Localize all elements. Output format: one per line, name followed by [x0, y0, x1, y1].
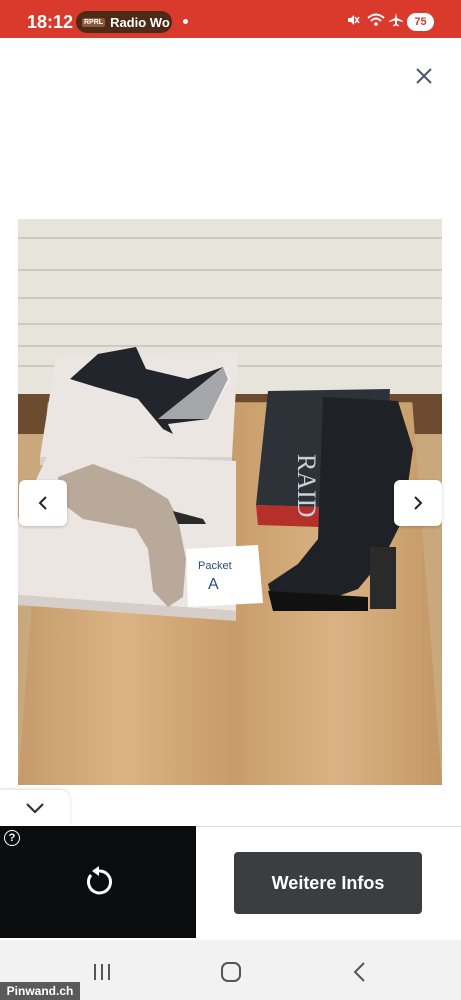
product-illustration: Packet A RAID	[18, 347, 413, 621]
boot-heel	[370, 547, 396, 609]
note-line-2: A	[208, 576, 219, 593]
next-image-button[interactable]	[394, 480, 442, 526]
mute-icon	[348, 15, 360, 25]
recent-apps-icon	[94, 964, 110, 980]
site-watermark: Pinwand.ch	[0, 982, 80, 1000]
close-icon	[416, 68, 432, 84]
radio-notification-pill[interactable]: RPRL Radio Wo	[76, 11, 172, 33]
ad-collapse-tab[interactable]	[0, 790, 70, 826]
chevron-left-icon	[38, 496, 47, 510]
previous-image-button[interactable]	[19, 480, 67, 526]
back-button[interactable]	[347, 960, 371, 984]
box-brand-label: RAID	[292, 454, 321, 518]
back-icon	[353, 962, 365, 982]
airplane-mode-icon	[389, 13, 403, 27]
ad-more-info-button[interactable]: Weitere Infos	[234, 852, 422, 914]
ad-help-icon[interactable]: ?	[4, 830, 20, 846]
chevron-right-icon	[414, 496, 423, 510]
packet-note	[186, 545, 263, 607]
note-line-1: Packet	[198, 560, 232, 572]
radio-station-logo: RPRL	[82, 17, 106, 27]
home-button[interactable]	[219, 960, 243, 984]
status-bar: 18:12 RPRL Radio Wo 75	[0, 0, 461, 38]
home-icon	[221, 962, 241, 982]
chevron-down-icon	[26, 803, 44, 813]
battery-indicator: 75	[407, 13, 434, 31]
recent-apps-button[interactable]	[90, 960, 114, 984]
listing-photo[interactable]: Packet A RAID	[18, 219, 442, 785]
notification-dot-icon	[183, 19, 188, 24]
wifi-icon	[367, 13, 385, 26]
clock: 18:12	[27, 12, 74, 32]
close-button[interactable]	[410, 62, 438, 90]
radio-label: Radio Wo	[110, 14, 170, 30]
replay-icon[interactable]	[82, 865, 116, 899]
